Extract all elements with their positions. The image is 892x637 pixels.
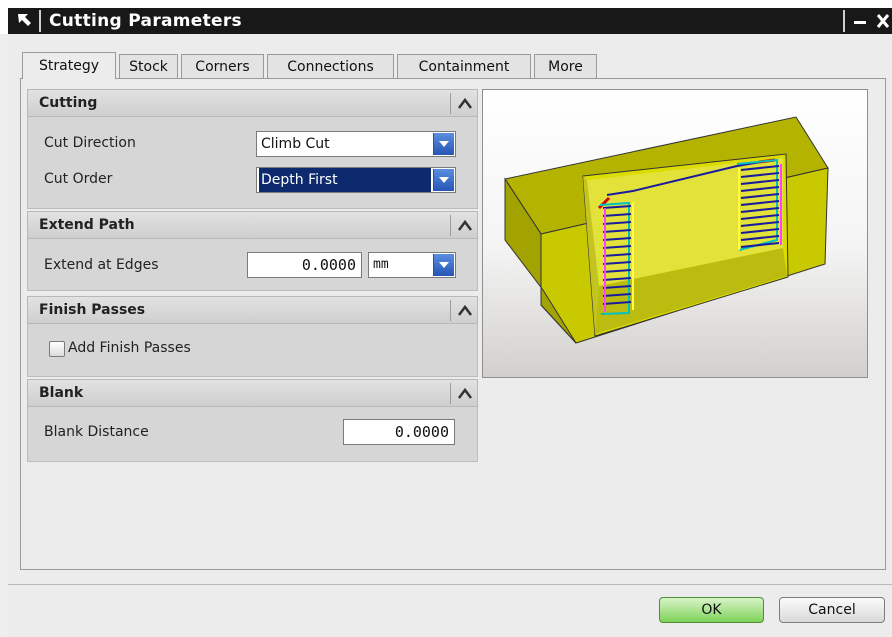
cut-direction-dropdown[interactable]: Climb Cut <box>256 131 456 157</box>
group-header-separator <box>450 215 451 236</box>
minimize-icon[interactable] <box>852 9 868 33</box>
preview-image <box>482 89 868 378</box>
tab-connections[interactable]: Connections <box>267 54 394 78</box>
cut-direction-label: Cut Direction <box>44 135 136 151</box>
tab-corners[interactable]: Corners <box>181 54 264 78</box>
cutting-group-header[interactable]: Cutting <box>27 89 478 117</box>
extend-path-group-title: Extend Path <box>39 217 135 233</box>
cutting-group-body: Cut Direction Climb Cut Cut Order Depth … <box>27 117 478 209</box>
tab-more[interactable]: More <box>534 54 597 78</box>
cutting-group: Cutting Cut Direction Climb Cut Cut Orde… <box>27 89 478 209</box>
extend-path-group-header[interactable]: Extend Path <box>27 211 478 239</box>
dialog-body: Strategy Stock Corners Connections Conta… <box>8 34 892 637</box>
blank-group-header[interactable]: Blank <box>27 379 478 407</box>
blank-distance-label: Blank Distance <box>44 424 149 440</box>
cancel-button[interactable]: Cancel <box>779 597 885 623</box>
extend-path-group: Extend Path Extend at Edges 0.0000 mm <box>27 211 478 291</box>
ok-button[interactable]: OK <box>659 597 764 623</box>
blank-group: Blank Blank Distance 0.0000 <box>27 379 478 462</box>
footer-separator <box>8 584 892 585</box>
extend-at-edges-label: Extend at Edges <box>44 257 159 273</box>
tab-stock[interactable]: Stock <box>119 54 178 78</box>
pocket-toolpath-preview-icon <box>504 116 829 344</box>
finish-passes-group-body: Add Finish Passes <box>27 324 478 377</box>
cut-order-value: Depth First <box>259 168 431 192</box>
unit-dropdown[interactable]: mm <box>368 252 456 278</box>
finish-passes-group-header[interactable]: Finish Passes <box>27 296 478 324</box>
group-header-separator <box>450 93 451 114</box>
cut-order-dropdown[interactable]: Depth First <box>256 167 456 193</box>
close-icon[interactable] <box>874 9 892 33</box>
collapse-icon[interactable] <box>454 300 476 321</box>
collapse-icon[interactable] <box>454 93 476 114</box>
cut-order-label: Cut Order <box>44 171 113 187</box>
blank-group-title: Blank <box>39 385 84 401</box>
window-title: Cutting Parameters <box>49 11 242 31</box>
reset-arrow-icon[interactable] <box>13 10 35 32</box>
dropdown-arrow-icon[interactable] <box>433 169 454 191</box>
group-header-separator <box>450 383 451 404</box>
title-separator-right <box>843 10 845 32</box>
title-separator <box>39 10 41 32</box>
unit-value: mm <box>373 257 389 272</box>
cut-direction-value: Climb Cut <box>261 136 330 152</box>
extend-path-group-body: Extend at Edges 0.0000 mm <box>27 239 478 291</box>
collapse-icon[interactable] <box>454 215 476 236</box>
tab-containment[interactable]: Containment <box>397 54 531 78</box>
collapse-icon[interactable] <box>454 383 476 404</box>
group-header-separator <box>450 300 451 321</box>
blank-distance-input[interactable]: 0.0000 <box>343 419 455 445</box>
finish-passes-group-title: Finish Passes <box>39 302 146 318</box>
add-finish-passes-label[interactable]: Add Finish Passes <box>68 340 191 356</box>
dropdown-arrow-icon[interactable] <box>433 133 454 155</box>
extend-at-edges-input[interactable]: 0.0000 <box>247 252 362 278</box>
cutting-group-title: Cutting <box>39 95 98 111</box>
dropdown-arrow-icon[interactable] <box>433 254 454 276</box>
blank-group-body: Blank Distance 0.0000 <box>27 407 478 462</box>
finish-passes-group: Finish Passes Add Finish Passes <box>27 296 478 377</box>
title-bar: Cutting Parameters <box>0 0 892 34</box>
add-finish-passes-checkbox[interactable] <box>49 341 65 357</box>
tab-strategy[interactable]: Strategy <box>22 52 116 79</box>
